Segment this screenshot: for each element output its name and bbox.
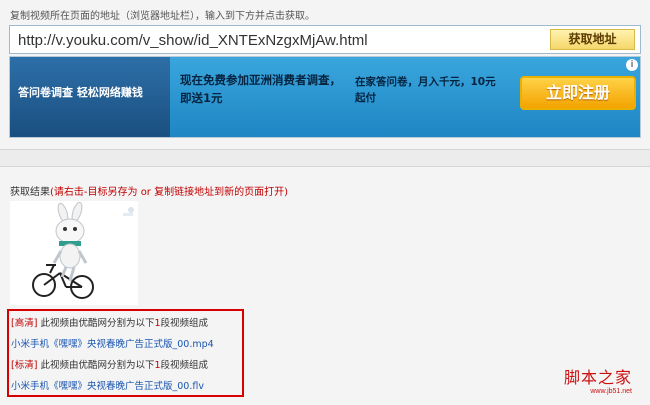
url-input[interactable] [18,31,538,49]
hd-link-row: 小米手机《嘿嘿》央视春晚广告正式版_00.mp4 [11,336,214,350]
info-icon[interactable]: i [626,59,638,71]
hd-mp4-link[interactable]: 小米手机《嘿嘿》央视春晚广告正式版_00.mp4 [11,339,214,350]
hd-tag: [高清] [11,318,38,329]
video-thumbnail [10,201,138,305]
hd-info-row: [高清] 此视频由优酷网分割为以下1段视频组成 [11,315,208,329]
sd-info-row: [标清] 此视频由优酷网分割为以下1段视频组成 [11,357,208,371]
result-panel: 获取结果(请右击-目标另存为 or 复制链接地址到新的页面打开) [高清] 此视… [0,166,650,405]
sd-tag: [标清] [11,360,38,371]
video-links-box: [高清] 此视频由优酷网分割为以下1段视频组成 小米手机《嘿嘿》央视春晚广告正式… [7,309,244,397]
result-hint: (请右击-目标另存为 or 复制链接地址到新的页面打开) [50,187,288,198]
video-thumbnail-illustration [10,201,138,305]
result-heading: 获取结果(请右击-目标另存为 or 复制链接地址到新的页面打开) [10,183,288,198]
instruction-text: 复制视频所在页面的地址（浏览器地址栏），输入到下方并点击获取。 [10,11,315,22]
ad-right-panel: 现在免费参加亚洲消费者调查，即送1元 在家答问卷，月入千元，10元起付 立即注册… [170,57,640,137]
ad-left-panel: 答问卷调查 轻松网络赚钱 [10,57,170,137]
page: 复制视频所在页面的地址（浏览器地址栏），输入到下方并点击获取。 获取地址 答问卷… [0,0,650,405]
sd-desc-prefix: 此视频由优酷网分割为以下 [37,360,155,371]
url-panel: 复制视频所在页面的地址（浏览器地址栏），输入到下方并点击获取。 获取地址 答问卷… [0,0,650,150]
sd-link-row: 小米手机《嘿嘿》央视春晚广告正式版_00.flv [11,378,204,392]
url-box: 获取地址 [9,25,641,54]
watermark: 脚本之家 www.jb51.net [564,364,632,395]
sd-flv-link[interactable]: 小米手机《嘿嘿》央视春晚广告正式版_00.flv [11,381,204,392]
fetch-address-button[interactable]: 获取地址 [550,29,635,50]
register-now-button[interactable]: 立即注册 [520,76,636,110]
ad-text-primary: 现在免费参加亚洲消费者调查，即送1元 [180,73,341,105]
ad-text-secondary: 在家答问卷，月入千元，10元起付 [355,76,496,104]
watermark-url: www.jb51.net [590,388,632,395]
hd-desc-prefix: 此视频由优酷网分割为以下 [37,318,155,329]
hd-desc-suffix: 段视频组成 [160,318,209,329]
watermark-title: 脚本之家 [563,368,632,387]
ad-left-text: 答问卷调查 轻松网络赚钱 [18,86,143,99]
result-title: 获取结果 [10,187,50,198]
ad-banner[interactable]: 答问卷调查 轻松网络赚钱 现在免费参加亚洲消费者调查，即送1元 在家答问卷，月入… [9,56,641,138]
sd-desc-suffix: 段视频组成 [160,360,209,371]
